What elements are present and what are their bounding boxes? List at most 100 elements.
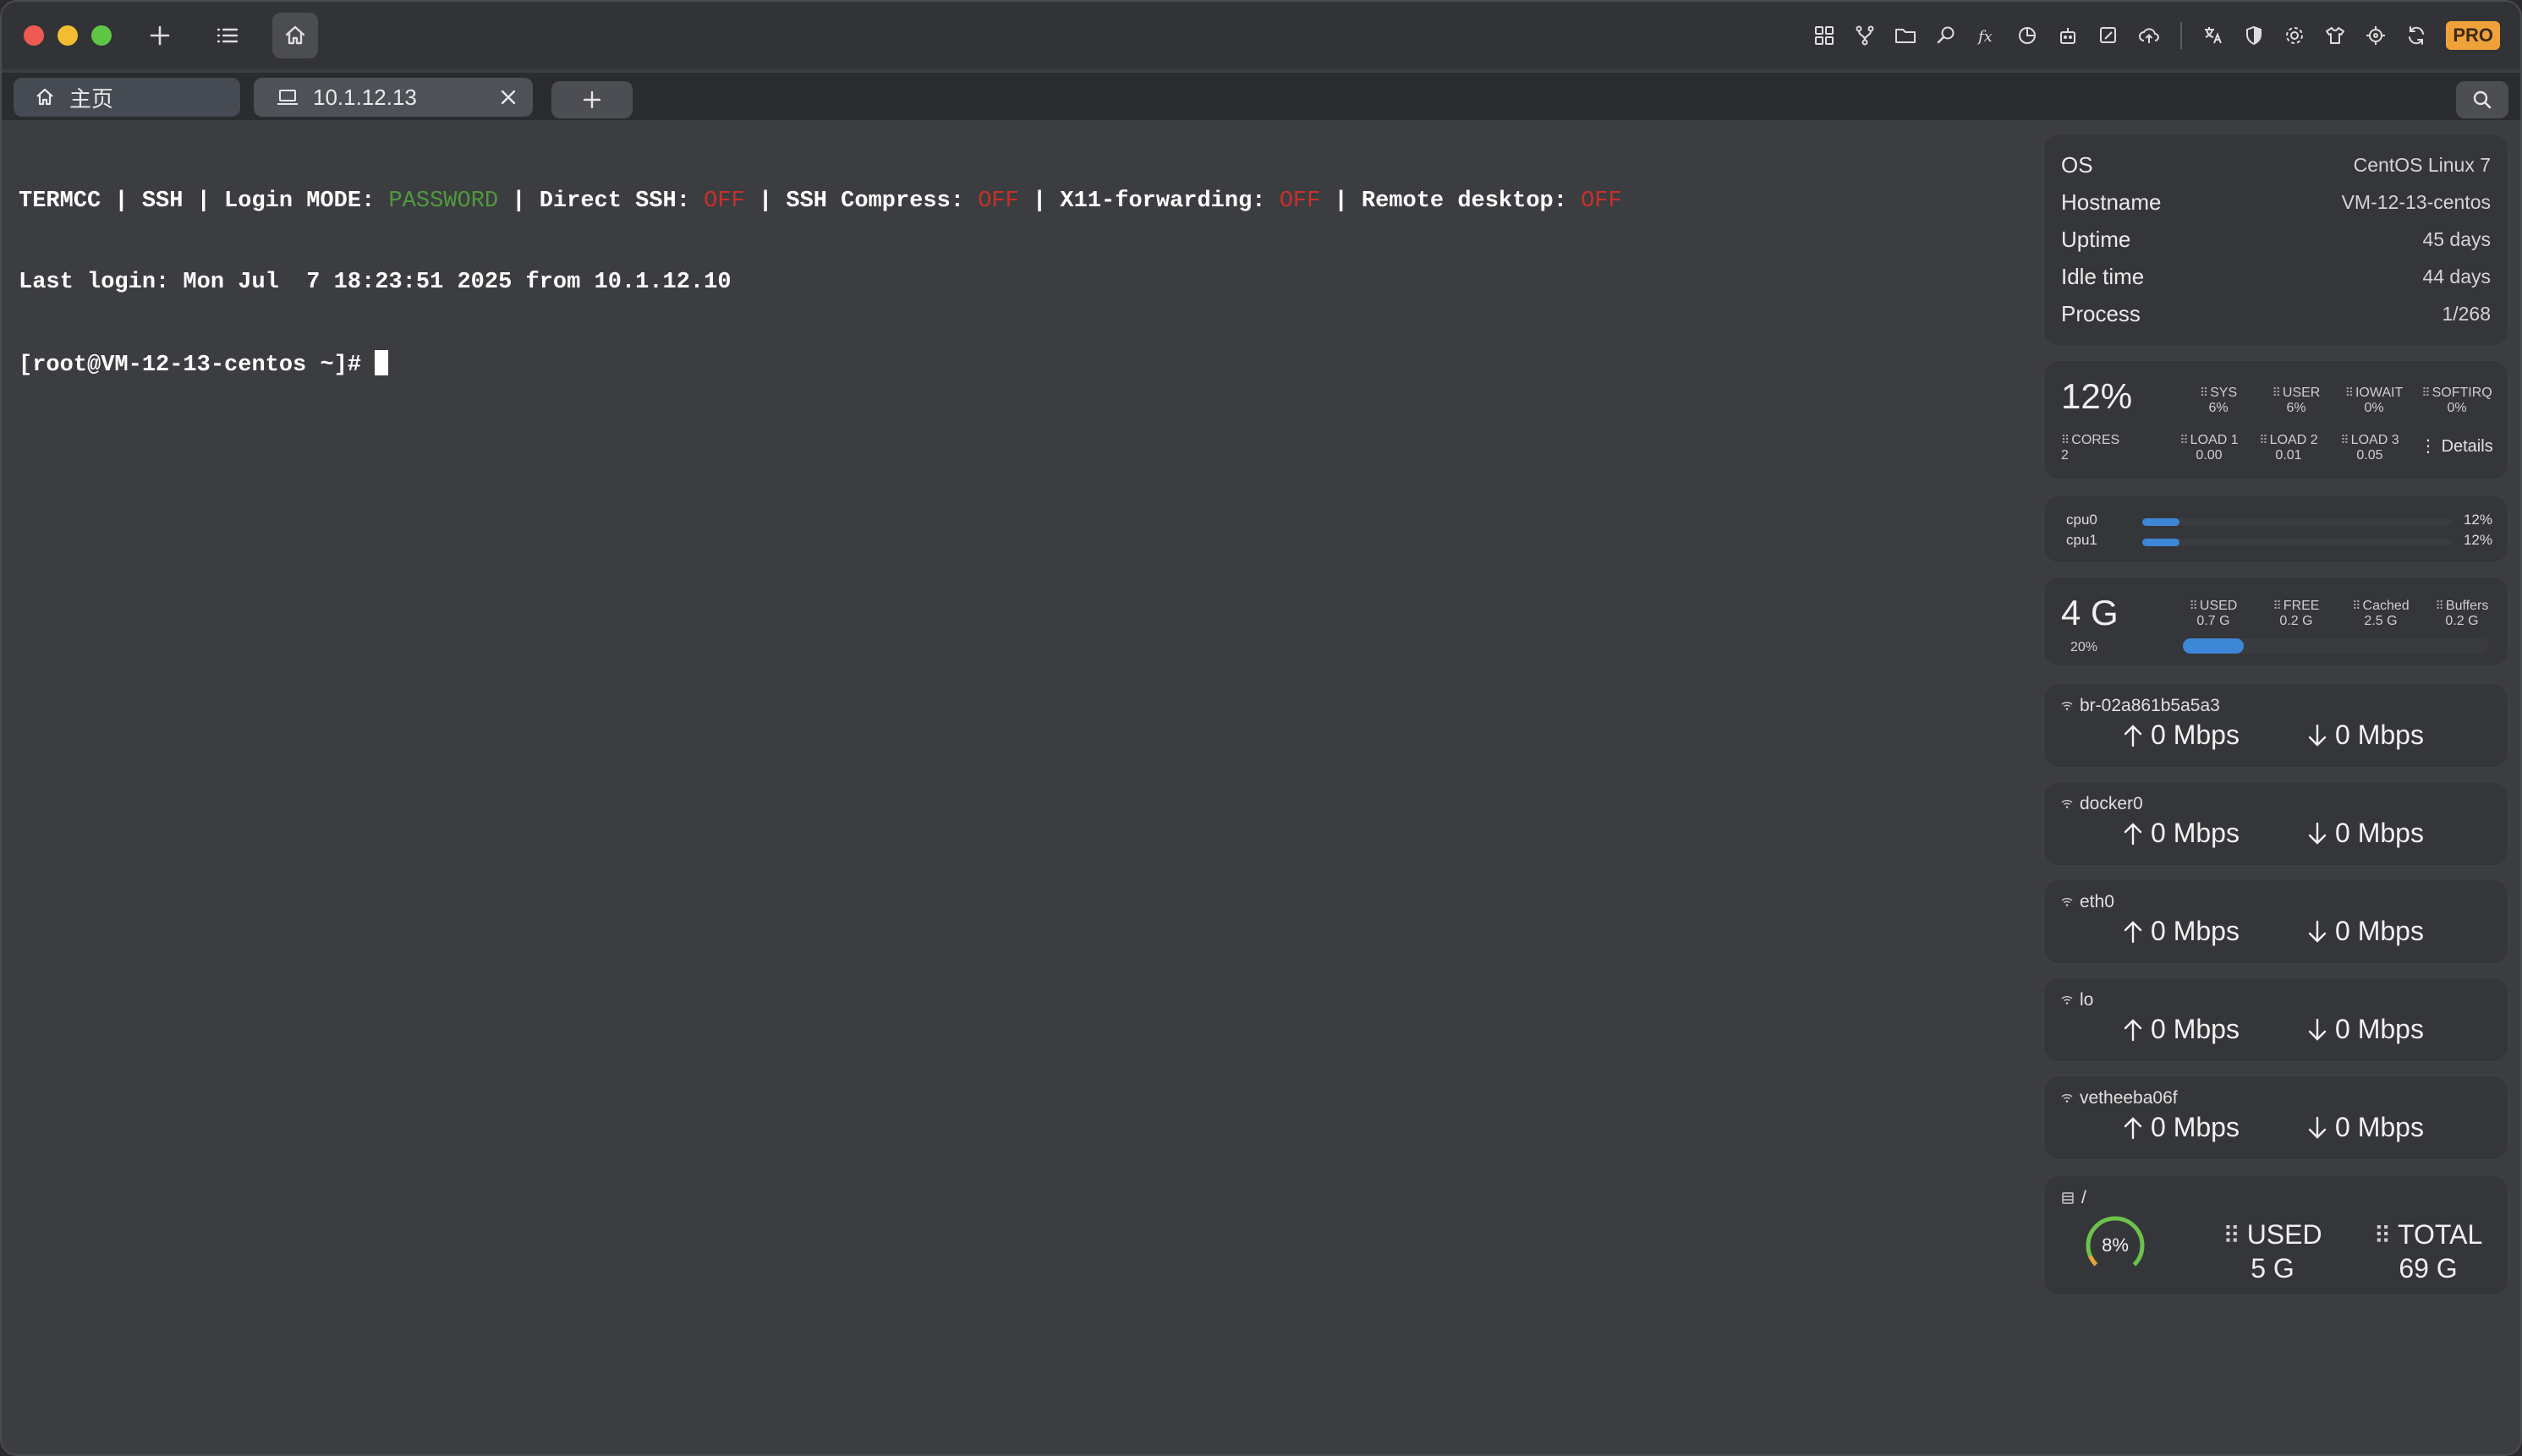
laptop-icon [276,87,299,107]
monitor-chart-button[interactable] [2013,21,2042,50]
memory-card: 4 G 20% USED0.7 G FREE0.2 G Cached2.5 G … [2043,577,2508,666]
translate-icon [2205,27,2223,44]
interface-name: vetheeba06f [2080,1088,2178,1108]
cpu-load3: LOAD 30.05 [2333,432,2406,463]
terminal-output[interactable]: TERMCC | SSH | Login MODE: PASSWORD | Di… [19,134,2031,433]
cpu-softirq-value: 0% [2447,401,2467,415]
cloud-upload-button[interactable] [2135,21,2163,50]
memory-percent: 20% [2070,640,2098,654]
wifi-icon [2061,1094,2073,1103]
search-tool-button[interactable] [1932,21,1960,50]
download-rate: 0 Mbps [2306,1014,2424,1045]
tab-bar: 主页 10.1.12.13 [2,73,2520,120]
shield-button[interactable] [2240,21,2268,50]
terminal-status-line: TERMCC | SSH | Login MODE: PASSWORD | Di… [19,188,2031,215]
download-value: 0 Mbps [2335,1112,2424,1142]
network-interface-label: br-02a861b5a5a3 [2061,696,2220,716]
pie-chart-icon [2019,27,2037,44]
info-row-os: OS CentOS Linux 7 [2044,146,2508,183]
edit-button[interactable] [2094,21,2123,50]
terminal-prompt-line[interactable]: [root@VM-12-13-centos ~]# [19,350,2031,379]
home-button[interactable] [272,13,318,58]
upload-value: 0 Mbps [2151,1014,2240,1044]
list-icon [217,28,238,43]
disk-mount-label: / [2061,1188,2086,1208]
session-list-button[interactable] [205,13,250,58]
minimize-window-button[interactable] [58,25,78,46]
translate-button[interactable] [2199,21,2228,50]
wifi-icon [2061,996,2073,1004]
upload-rate: 0 Mbps [2122,916,2240,947]
cpu-load2-value: 0.01 [2275,448,2302,463]
system-info-card: OS CentOS Linux 7 Hostname VM-12-13-centos… [2043,134,2508,347]
direct-ssh-value: OFF [704,189,745,214]
network-interface-label: docker0 [2061,794,2143,814]
upload-value: 0 Mbps [2151,916,2240,946]
wifi-icon [2061,702,2073,710]
close-window-button[interactable] [24,25,44,46]
status-prefix: TERMCC | SSH | Login MODE: [19,189,389,214]
shell-prompt: [root@VM-12-13-centos ~]# [19,353,376,378]
grid-view-button[interactable] [1810,21,1839,50]
memory-total: 4 G [2061,593,2119,632]
info-value: VM-12-13-centos [2341,190,2491,213]
tab-session[interactable]: 10.1.12.13 [254,78,533,117]
function-icon: fx [1976,28,1993,46]
shirt-icon [2326,27,2345,44]
folder-icon [1895,29,1916,43]
shield-icon [2246,25,2262,46]
info-key: Process [2061,300,2141,326]
arrow-down-icon [2308,1116,2327,1139]
upload-rate: 0 Mbps [2122,720,2240,751]
disk-icon [2062,1192,2074,1204]
zoom-window-button[interactable] [91,25,112,46]
info-row-idle: Idle time 44 days [2044,258,2508,295]
memory-free: FREE0.2 G [2262,598,2330,629]
cpu-user: USER6% [2262,385,2330,416]
tab-home[interactable]: 主页 [14,78,240,117]
disk-card: / 8% USED5 G TOTAL69 G [2043,1175,2508,1295]
terminal-cursor [375,350,389,375]
memory-bar-fill [2183,638,2245,654]
cpu-cores-card: cpu0 12% cpu1 12% [2043,495,2508,563]
interface-name: eth0 [2080,892,2114,911]
download-rate: 0 Mbps [2306,818,2424,849]
download-value: 0 Mbps [2335,818,2424,848]
disk-mount: / [2081,1188,2086,1207]
cpu-details-link[interactable]: ⋮ Details [2420,435,2493,457]
network-interface-label: lo [2061,990,2093,1010]
cpu-user-label: USER [2262,385,2330,401]
cpu-details-label: Details [2441,437,2493,456]
title-bar: fx PRO [2,2,2520,69]
info-value: CentOS Linux 7 [2353,153,2491,176]
pro-badge[interactable]: PRO [2446,21,2500,50]
network-interface-label: vetheeba06f [2061,1088,2178,1108]
tab-search-button[interactable] [2456,81,2508,118]
new-session-button[interactable] [137,13,183,58]
upload-rate: 0 Mbps [2122,818,2240,849]
cpu-user-value: 6% [2286,401,2306,415]
memory-bar [2183,638,2489,654]
robot-icon [2060,28,2076,44]
add-tab-button[interactable] [551,81,633,118]
interface-name: docker0 [2080,794,2143,813]
sftp-folder-button[interactable] [1891,21,1920,50]
function-button[interactable]: fx [1972,21,2001,50]
arrow-up-icon [2124,822,2142,845]
memory-used-value: 0.7 G [2196,614,2230,628]
locate-button[interactable] [2361,21,2390,50]
close-tab-icon[interactable] [497,86,519,114]
theme-button[interactable] [2321,21,2349,50]
network-card: br-02a861b5a5a3 0 Mbps 0 Mbps [2043,683,2508,768]
settings-button[interactable] [2280,21,2309,50]
cpu-iowait: IOWAIT0% [2340,385,2408,416]
upload-value: 0 Mbps [2151,720,2240,750]
cpu-sys: SYS6% [2185,385,2252,416]
arrow-down-icon [2308,822,2327,845]
memory-free-label: FREE [2262,598,2330,614]
disk-total-value: 69 G [2399,1253,2458,1284]
download-value: 0 Mbps [2335,916,2424,946]
sync-button[interactable] [2402,21,2431,50]
fork-button[interactable] [1850,21,1879,50]
robot-button[interactable] [2053,21,2082,50]
